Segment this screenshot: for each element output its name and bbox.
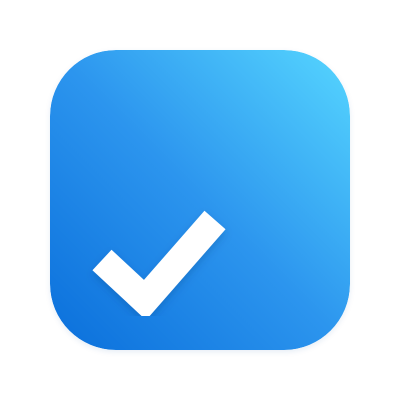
app-icon-tile[interactable] [50,50,350,350]
tile-background [50,50,350,350]
icon-canvas [0,0,400,400]
app-icon-graphic [50,50,350,350]
